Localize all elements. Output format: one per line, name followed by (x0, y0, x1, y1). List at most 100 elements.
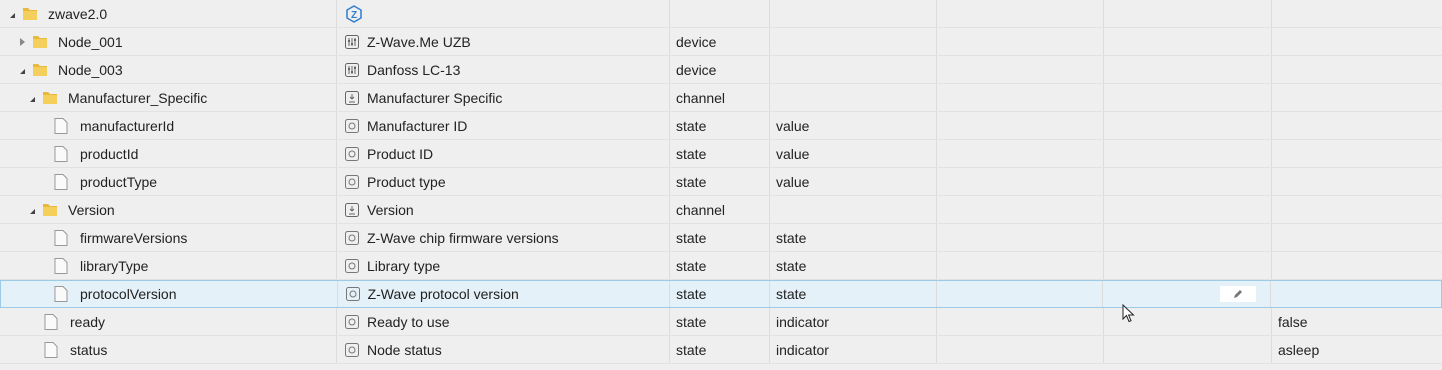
function-cell[interactable] (1104, 56, 1272, 83)
file-icon (44, 341, 58, 358)
function-cell[interactable] (1104, 84, 1272, 111)
file-icon (54, 257, 68, 274)
room-cell[interactable] (937, 336, 1104, 363)
role-cell: state (770, 252, 937, 279)
table-row[interactable]: zwave2.0 Z (0, 0, 1442, 28)
object-name: Version (68, 201, 115, 218)
value-cell[interactable] (1272, 252, 1442, 279)
title-cell: Product ID (337, 140, 670, 167)
table-row[interactable]: Node_003 Danfoss LC-13 device (0, 56, 1442, 84)
function-cell[interactable] (1104, 252, 1272, 279)
collapse-toggle[interactable] (16, 64, 28, 76)
value-cell[interactable] (1272, 0, 1442, 27)
function-cell[interactable] (1104, 196, 1272, 223)
name-cell[interactable]: Node_003 (0, 56, 337, 83)
svg-text:Z: Z (351, 10, 357, 21)
table-row-selected[interactable]: protocolVersion Z-Wave protocol version … (0, 280, 1442, 308)
object-name: protocolVersion (80, 286, 177, 302)
value-cell[interactable] (1272, 112, 1442, 139)
value-cell[interactable] (1272, 168, 1442, 195)
value-cell[interactable] (1272, 140, 1442, 167)
room-cell[interactable] (937, 224, 1104, 251)
table-row[interactable]: Node_001 Z-Wave.Me UZB device (0, 28, 1442, 56)
room-cell[interactable] (937, 168, 1104, 195)
value-cell[interactable] (1272, 56, 1442, 83)
function-cell[interactable] (1104, 168, 1272, 195)
name-cell[interactable]: manufacturerId (0, 112, 337, 139)
value-cell[interactable] (1272, 28, 1442, 55)
name-cell[interactable]: productType (0, 168, 337, 195)
value-cell[interactable]: asleep (1272, 336, 1442, 363)
collapse-toggle[interactable] (26, 204, 38, 216)
name-cell[interactable]: ready (0, 308, 337, 335)
name-cell[interactable]: Node_001 (0, 28, 337, 55)
table-row[interactable]: manufacturerId Manufacturer ID state val… (0, 112, 1442, 140)
name-cell[interactable]: Manufacturer_Specific (0, 84, 337, 111)
title-cell: Z-Wave protocol version (338, 281, 671, 307)
state-circle-icon (345, 258, 359, 273)
function-cell[interactable] (1104, 112, 1272, 139)
value-cell[interactable] (1272, 196, 1442, 223)
name-cell[interactable]: productId (0, 140, 337, 167)
table-row[interactable]: productType Product type state value (0, 168, 1442, 196)
object-name: status (70, 341, 108, 358)
table-row[interactable]: Version Version channel (0, 196, 1442, 224)
object-name: Manufacturer_Specific (68, 89, 208, 106)
room-cell[interactable] (937, 140, 1104, 167)
table-row[interactable]: productId Product ID state value (0, 140, 1442, 168)
table-row[interactable]: ready Ready to use state indicator false (0, 308, 1442, 336)
title-cell: Manufacturer Specific (337, 84, 670, 111)
value-cell[interactable] (1272, 84, 1442, 111)
table-row[interactable]: status Node status state indicator aslee… (0, 336, 1442, 364)
value-cell[interactable] (1271, 281, 1441, 307)
room-cell[interactable] (937, 252, 1104, 279)
table-row[interactable]: Manufacturer_Specific Manufacturer Speci… (0, 84, 1442, 112)
expand-toggle[interactable] (16, 36, 28, 48)
title-cell: Ready to use (337, 308, 670, 335)
type-cell: state (670, 168, 770, 195)
room-cell[interactable] (937, 308, 1104, 335)
table-row[interactable]: firmwareVersions Z-Wave chip firmware ve… (0, 224, 1442, 252)
collapse-toggle[interactable] (6, 8, 18, 20)
object-name: zwave2.0 (48, 5, 108, 22)
name-cell[interactable]: zwave2.0 (0, 0, 337, 27)
function-cell[interactable] (1104, 336, 1272, 363)
function-cell[interactable] (1104, 0, 1272, 27)
name-cell[interactable]: status (0, 336, 337, 363)
room-cell[interactable] (937, 0, 1104, 27)
collapse-toggle[interactable] (26, 92, 38, 104)
function-cell[interactable] (1104, 140, 1272, 167)
room-cell[interactable] (937, 84, 1104, 111)
title-cell: Z-Wave chip firmware versions (337, 224, 670, 251)
room-cell[interactable] (937, 281, 1104, 307)
room-cell[interactable] (937, 196, 1104, 223)
role-cell: state (770, 224, 937, 251)
type-cell: channel (670, 84, 770, 111)
value-cell[interactable]: false (1272, 308, 1442, 335)
type-cell: state (670, 252, 770, 279)
state-circle-icon (345, 118, 359, 133)
role-cell: indicator (770, 308, 937, 335)
room-cell[interactable] (937, 112, 1104, 139)
name-cell[interactable]: firmwareVersions (0, 224, 337, 251)
table-row[interactable]: libraryType Library type state state (0, 252, 1442, 280)
role-cell: state (770, 281, 937, 307)
function-cell[interactable] (1104, 224, 1272, 251)
type-cell: state (670, 140, 770, 167)
state-circle-icon (345, 174, 359, 189)
name-cell[interactable]: libraryType (0, 252, 337, 279)
edit-button[interactable] (1220, 286, 1257, 302)
value-cell[interactable] (1272, 224, 1442, 251)
type-cell: state (670, 224, 770, 251)
room-cell[interactable] (937, 28, 1104, 55)
function-cell[interactable] (1104, 28, 1272, 55)
role-cell: indicator (770, 336, 937, 363)
role-cell (770, 28, 937, 55)
name-cell[interactable]: protocolVersion (1, 281, 338, 307)
folder-icon (22, 6, 38, 21)
type-cell: state (670, 308, 770, 335)
type-cell: channel (670, 196, 770, 223)
name-cell[interactable]: Version (0, 196, 337, 223)
object-name: manufacturerId (80, 117, 175, 134)
room-cell[interactable] (937, 56, 1104, 83)
